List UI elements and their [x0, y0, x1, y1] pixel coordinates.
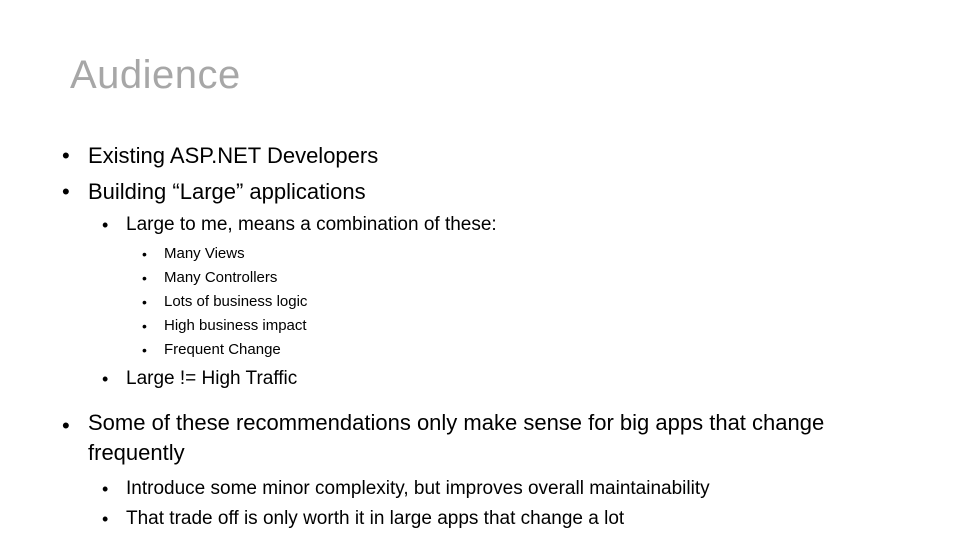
list-item-label: That trade off is only worth it in large…: [126, 508, 625, 529]
list-item: • Many Views: [142, 242, 892, 266]
list-item: • Lots of business logic: [142, 290, 892, 314]
bullet-icon: •: [142, 342, 147, 358]
bullet-icon: •: [102, 215, 109, 235]
list-item-label: Lots of business logic: [164, 293, 308, 310]
list-item: • Large to me, means a combination of th…: [102, 210, 892, 240]
list-item: • Frequent Change: [142, 338, 892, 362]
bullet-list: • Existing ASP.NET Developers • Building…: [62, 138, 892, 534]
list-item-label: Existing ASP.NET Developers: [88, 143, 379, 168]
list-item-label: Introduce some minor complexity, but imp…: [126, 478, 710, 499]
bullet-icon: •: [102, 509, 109, 529]
list-item-label: Building “Large” applications: [88, 179, 366, 204]
bullet-icon: •: [102, 369, 109, 389]
bullet-icon: •: [142, 294, 147, 310]
list-item: • Large != High Traffic: [102, 364, 892, 394]
list-item-label: Large to me, means a combination of thes…: [126, 214, 497, 235]
list-item: • That trade off is only worth it in lar…: [102, 504, 892, 534]
list-item: • Some of these recommendations only mak…: [62, 408, 892, 468]
list-item: • Many Controllers: [142, 266, 892, 290]
list-item-label: Many Controllers: [164, 269, 278, 286]
bullet-icon: •: [62, 143, 70, 168]
bullet-icon: •: [142, 246, 147, 262]
list-item-label: Many Views: [164, 245, 245, 262]
bullet-icon: •: [102, 479, 109, 499]
list-item-label: Frequent Change: [164, 341, 281, 358]
bullet-icon: •: [142, 318, 147, 334]
bullet-icon: •: [62, 179, 70, 204]
list-item-label: Some of these recommendations only make …: [88, 410, 825, 465]
slide: Audience • Existing ASP.NET Developers •…: [0, 0, 960, 540]
list-item: • High business impact: [142, 314, 892, 338]
sub-bullet-list: • Introduce some minor complexity, but i…: [62, 474, 892, 534]
list-item: • Introduce some minor complexity, but i…: [102, 474, 892, 504]
sub-bullet-list: • Many Views • Many Controllers • Lots o…: [62, 242, 892, 362]
bullet-icon: •: [62, 413, 70, 438]
list-item: • Building “Large” applications: [62, 174, 892, 210]
bullet-icon: •: [142, 270, 147, 286]
page-title: Audience: [70, 53, 241, 97]
list-item-label: Large != High Traffic: [126, 368, 298, 389]
list-item-label: High business impact: [164, 317, 307, 334]
list-item: • Existing ASP.NET Developers: [62, 138, 892, 174]
